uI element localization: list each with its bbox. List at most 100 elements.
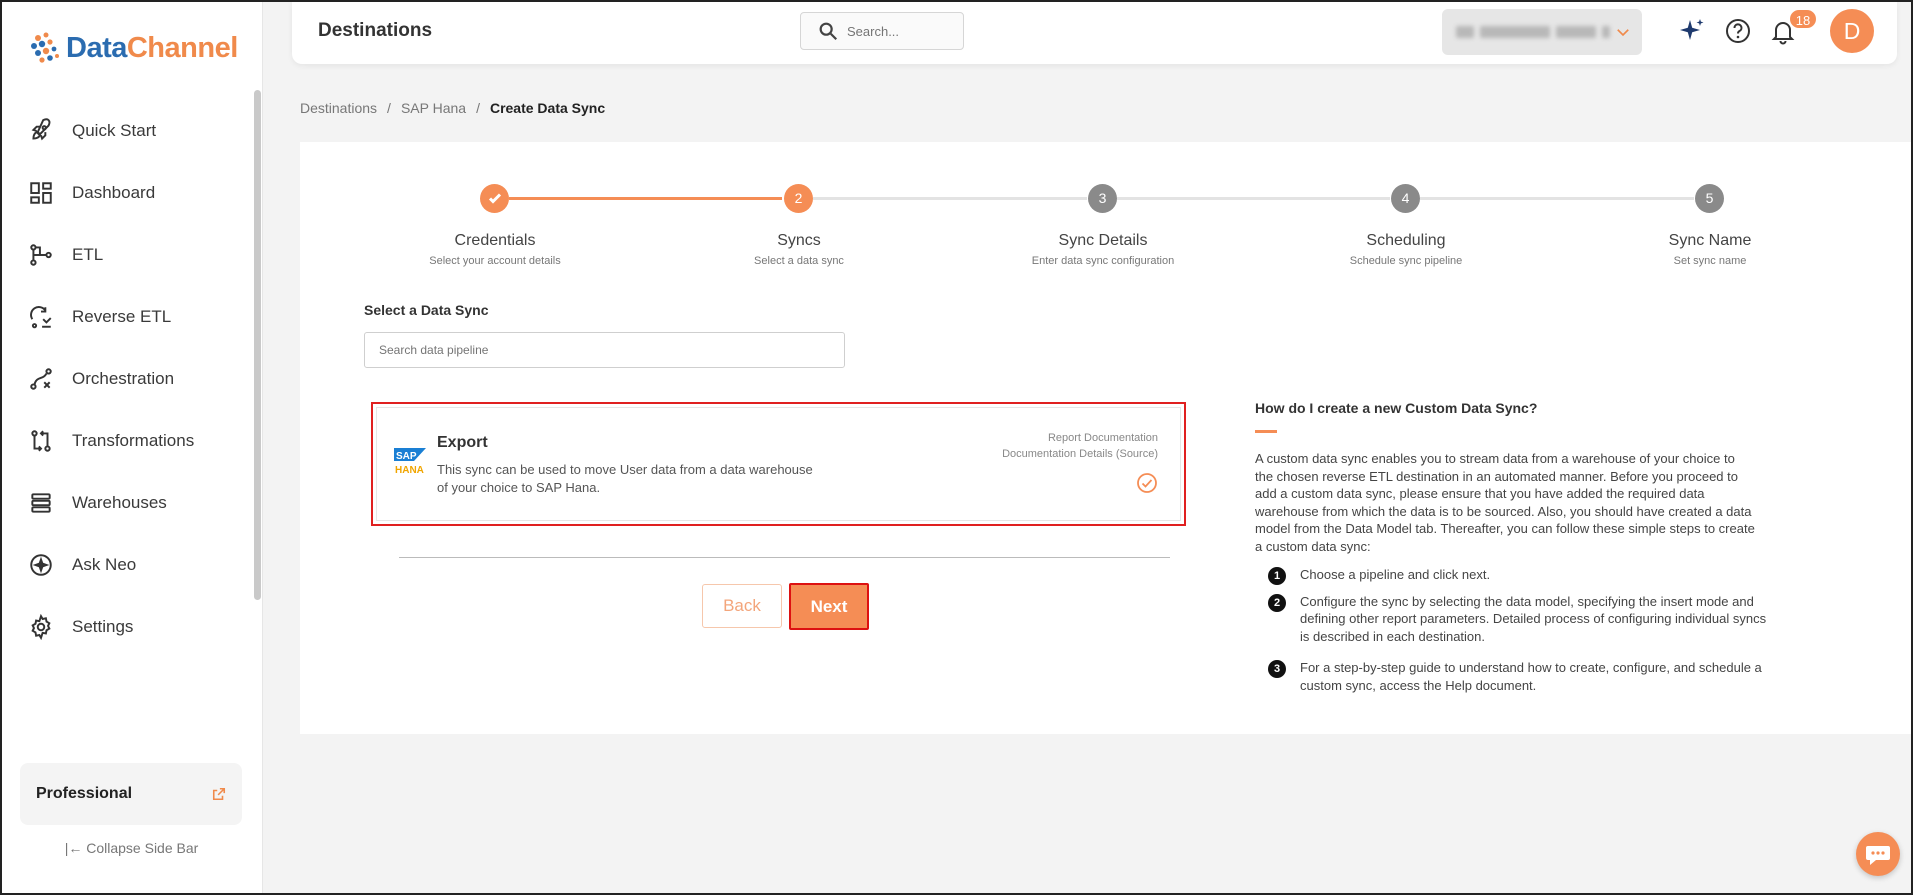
help-accent-bar <box>1255 430 1277 433</box>
sidebar-item-label: ETL <box>72 245 104 264</box>
ai-sparkle-button[interactable] <box>1677 16 1707 46</box>
logo-mark-icon <box>31 32 59 63</box>
sidebar-item-label: Ask Neo <box>72 555 137 574</box>
logo-text: DataChannel <box>66 32 238 65</box>
sidebar-nav: Quick Start Dashboard ETL Reverse ETL Or… <box>0 100 250 658</box>
sap-logo-text: SAP <box>396 451 417 462</box>
sidebar-item-label: Warehouses <box>72 493 167 512</box>
check-icon <box>488 193 501 204</box>
chat-support-button[interactable] <box>1856 832 1900 876</box>
collapse-icon: |← <box>64 840 83 856</box>
help-step-text: Choose a pipeline and click next. <box>1300 567 1491 582</box>
help-step-number: 2 <box>1268 593 1286 612</box>
help-button[interactable] <box>1723 16 1753 46</box>
rocket-icon <box>31 118 51 141</box>
sidebar-item-etl[interactable]: ETL <box>0 224 250 286</box>
search-icon <box>819 22 838 41</box>
sync-option-title: Export <box>437 434 488 451</box>
step-4-circle[interactable]: 4 <box>1391 184 1420 213</box>
notification-badge: 18 <box>1788 8 1818 30</box>
sidebar-item-transformations[interactable]: Transformations <box>0 410 250 472</box>
step-2-title: Syncs <box>777 232 821 249</box>
step-connector <box>1420 197 1694 200</box>
sync-option-export[interactable]: SAP HANA Export This sync can be used to… <box>371 402 1186 526</box>
back-button[interactable]: Back <box>702 584 782 628</box>
breadcrumb-link-sap-hana[interactable]: SAP Hana <box>401 100 466 116</box>
sidebar-item-dashboard[interactable]: Dashboard <box>0 162 250 224</box>
step-connector <box>1117 197 1390 200</box>
sidebar-item-label: Dashboard <box>72 183 156 202</box>
help-icon <box>1726 19 1750 43</box>
reverse-etl-icon <box>30 306 52 329</box>
step-4-title: Scheduling <box>1366 232 1446 249</box>
help-step: 2 Configure the sync by selecting the dat… <box>1268 593 1768 646</box>
logo-text-channel: Channel <box>126 31 238 64</box>
next-button[interactable]: Next <box>789 583 869 630</box>
sidebar-item-label: Settings <box>72 617 134 636</box>
help-body: A custom data sync enables you to stream… <box>1255 451 1755 554</box>
breadcrumb-separator: / <box>476 100 480 116</box>
step-1-circle[interactable] <box>480 184 509 213</box>
sidebar-item-settings[interactable]: Settings <box>0 596 250 658</box>
sparkle-icon <box>1680 19 1704 40</box>
help-title: How do I create a new Custom Data Sync? <box>1255 400 1538 416</box>
datachannel-logo[interactable]: DataChannel <box>28 30 238 66</box>
etl-icon <box>30 244 52 266</box>
selected-check-icon <box>1137 473 1157 493</box>
workspace-name-redacted <box>1456 26 1610 38</box>
doc-links: Report Documentation Documentation Detai… <box>1002 430 1158 462</box>
orchestration-icon <box>30 368 52 390</box>
help-step-text: For a step-by-step guide to understand h… <box>1300 660 1762 693</box>
sidebar-item-label: Transformations <box>72 431 195 450</box>
sidebar-scrollbar[interactable] <box>254 90 261 600</box>
external-link-icon[interactable] <box>212 787 226 801</box>
breadcrumb-current: Create Data Sync <box>489 100 606 116</box>
chat-icon <box>1866 846 1890 865</box>
sidebar-item-label: Orchestration <box>72 369 175 388</box>
step-1-title: Credentials <box>454 232 536 249</box>
step-1-subtitle: Select your account details <box>429 255 561 267</box>
step-2-circle[interactable]: 2 <box>784 184 813 213</box>
sidebar: DataChannel Quick Start Dashboard ETL Re… <box>0 0 263 895</box>
pipeline-search-input[interactable] <box>364 332 845 368</box>
sidebar-item-label: Reverse ETL <box>72 307 172 326</box>
global-search[interactable] <box>800 12 964 50</box>
page-title: Destinations <box>318 20 433 41</box>
sidebar-item-quick-start[interactable]: Quick Start <box>0 100 250 162</box>
chevron-down-icon <box>1617 29 1629 37</box>
hana-logo-text: HANA <box>395 465 424 476</box>
sidebar-item-ask-neo[interactable]: Ask Neo <box>0 534 250 596</box>
collapse-label: Collapse Side Bar <box>86 840 199 856</box>
help-step-number: 3 <box>1268 660 1286 679</box>
step-5-circle[interactable]: 5 <box>1695 184 1724 213</box>
divider <box>399 557 1170 558</box>
report-documentation-link[interactable]: Report Documentation <box>1002 430 1158 446</box>
warehouses-icon <box>31 493 51 513</box>
step-3-circle[interactable]: 3 <box>1088 184 1117 213</box>
dashboard-icon <box>30 182 52 204</box>
search-input[interactable] <box>847 23 957 39</box>
documentation-details-link[interactable]: Documentation Details (Source) <box>1002 446 1158 462</box>
plan-name: Professional <box>36 785 133 802</box>
sidebar-item-reverse-etl[interactable]: Reverse ETL <box>0 286 250 348</box>
sidebar-item-warehouses[interactable]: Warehouses <box>0 472 250 534</box>
logo-text-data: Data <box>66 31 127 64</box>
sidebar-item-orchestration[interactable]: Orchestration <box>0 348 250 410</box>
help-step-number: 1 <box>1268 567 1286 585</box>
plan-box[interactable]: Professional <box>20 763 242 825</box>
step-connector-done <box>509 197 782 200</box>
step-3-subtitle: Enter data sync configuration <box>1031 255 1175 267</box>
step-5-title: Sync Name <box>1668 232 1752 249</box>
sap-hana-logo-icon: SAP HANA <box>394 448 426 476</box>
sync-option-description: This sync can be used to move User data … <box>437 462 813 495</box>
collapse-sidebar-button[interactable]: |← Collapse Side Bar <box>0 840 263 856</box>
transformations-icon <box>31 430 51 452</box>
workspace-selector[interactable] <box>1442 9 1642 55</box>
step-3-title: Sync Details <box>1058 232 1148 249</box>
step-connector <box>813 197 1087 200</box>
help-step: 1 Choose a pipeline and click next. <box>1268 566 1768 585</box>
ask-neo-icon <box>30 554 52 576</box>
avatar[interactable]: D <box>1830 9 1874 53</box>
breadcrumb-link-destinations[interactable]: Destinations <box>300 100 377 116</box>
help-step: 3 For a step-by-step guide to understand … <box>1268 659 1768 694</box>
